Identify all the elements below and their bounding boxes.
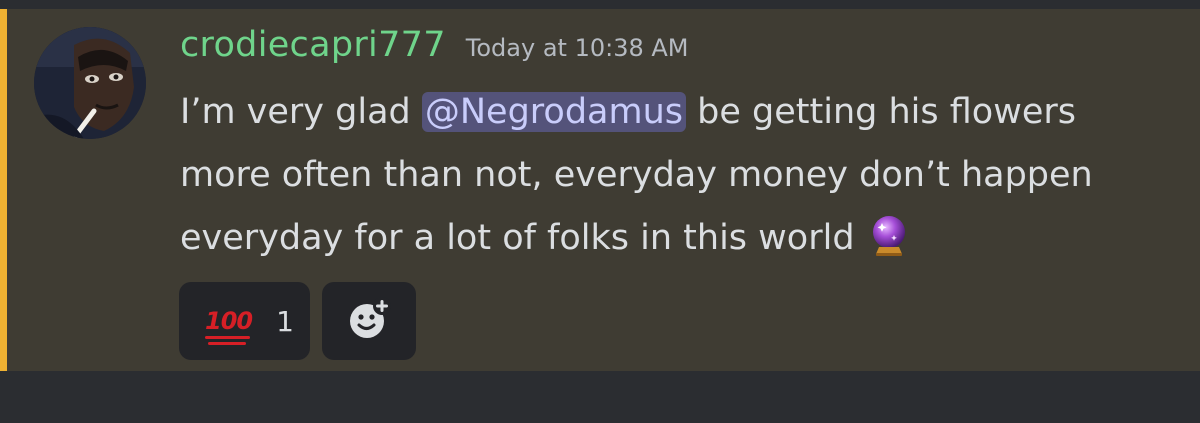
user-mention[interactable]: @Negrodamus bbox=[421, 92, 687, 132]
add-reaction-icon bbox=[345, 295, 393, 347]
message-line-1: I’m very glad @Negrodamus be getting his… bbox=[180, 81, 1180, 144]
reaction-100[interactable]: 100 1 bbox=[179, 282, 310, 360]
chat-background bbox=[0, 371, 1200, 423]
message-content: I’m very glad @Negrodamus be getting his… bbox=[180, 81, 1180, 270]
avatar-image bbox=[34, 27, 146, 139]
hundred-points-icon: 100 bbox=[205, 307, 253, 345]
mention-highlight-bar bbox=[0, 9, 7, 371]
message-text: be getting his flowers bbox=[686, 92, 1076, 132]
message-text: I’m very glad bbox=[180, 92, 422, 132]
message-text: everyday for a lot of folks in this worl… bbox=[180, 218, 855, 258]
top-strip bbox=[0, 0, 1200, 9]
message-header: crodiecapri777 Today at 10:38 AM bbox=[180, 25, 688, 69]
message-line-2: more often than not, everyday money don’… bbox=[180, 155, 1093, 195]
add-reaction-button[interactable] bbox=[322, 282, 416, 360]
chat-message[interactable]: crodiecapri777 Today at 10:38 AM I’m ver… bbox=[0, 9, 1200, 371]
reaction-count: 1 bbox=[276, 304, 294, 338]
timestamp[interactable]: Today at 10:38 AM bbox=[466, 34, 689, 62]
avatar[interactable] bbox=[34, 27, 146, 139]
reactions-bar: 100 1 bbox=[179, 282, 416, 360]
username[interactable]: crodiecapri777 bbox=[180, 25, 446, 65]
message-line-3: everyday for a lot of folks in this worl… bbox=[180, 207, 1180, 270]
crystal-ball-icon bbox=[867, 213, 911, 278]
